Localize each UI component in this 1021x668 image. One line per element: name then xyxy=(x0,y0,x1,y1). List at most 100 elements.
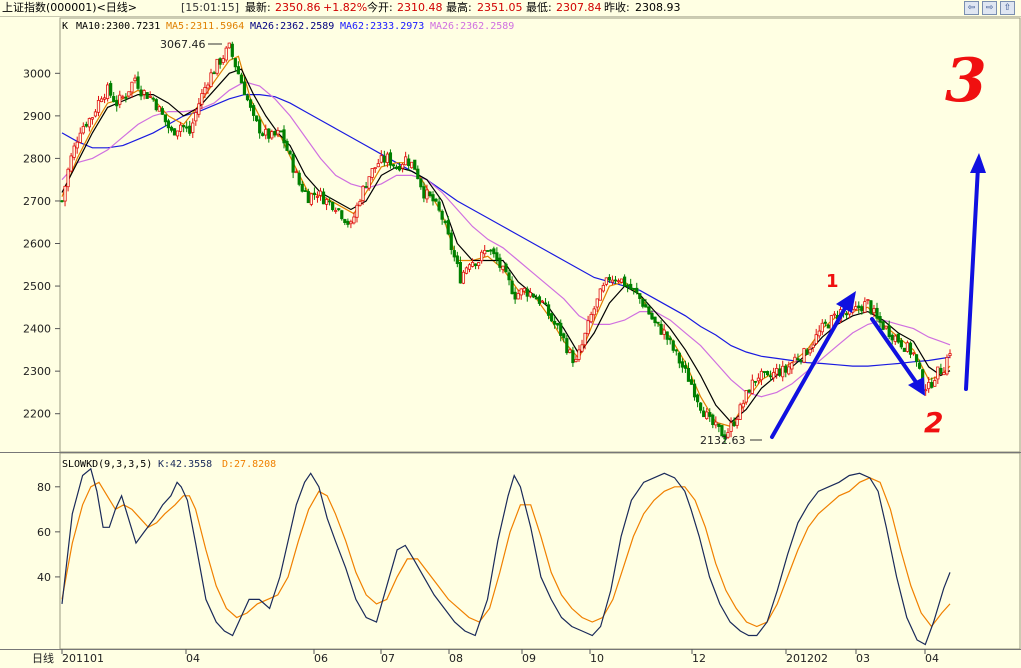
candle-body xyxy=(115,100,119,107)
candle-body xyxy=(142,90,146,95)
candle-body xyxy=(583,332,587,346)
x-tick-label: 201202 xyxy=(786,652,828,665)
candle-body xyxy=(659,323,663,335)
candle-body xyxy=(60,200,64,203)
candle-body xyxy=(349,221,353,225)
candle-body xyxy=(203,87,207,95)
candle-body xyxy=(99,98,104,103)
arrow-up-icon[interactable]: ⇧ xyxy=(1000,1,1015,15)
candle-body xyxy=(118,94,122,105)
arrow-up-3-head xyxy=(970,153,986,173)
candle-body xyxy=(665,331,669,340)
candle-body xyxy=(729,422,733,432)
candle-body xyxy=(908,342,913,355)
title-bar: 上证指数(000001)<日线> [15:01:15] 最新: 2350.86 … xyxy=(0,0,1021,17)
candle-body xyxy=(102,97,107,100)
candle-body xyxy=(857,305,861,309)
candle-body xyxy=(501,265,505,270)
ma10-line xyxy=(61,68,951,424)
legend-ma62: MA62:2333.2973 xyxy=(340,21,424,32)
handwritten-2: 2 xyxy=(924,406,943,439)
candle-body xyxy=(224,47,228,61)
candle-body xyxy=(644,304,648,308)
candle-body xyxy=(516,293,520,300)
arrow-left-icon[interactable]: ⇦ xyxy=(964,1,979,15)
candle-body xyxy=(404,156,408,166)
candle-body xyxy=(370,168,374,178)
latest-label: 最新: xyxy=(245,1,271,14)
candle-body xyxy=(531,293,535,298)
candle-body xyxy=(790,362,794,370)
candle-body xyxy=(537,296,542,304)
candle-body xyxy=(303,190,307,192)
kd-panel-frame xyxy=(59,452,1021,650)
candle-body xyxy=(446,220,450,235)
prevclose-label: 昨收: xyxy=(604,1,630,14)
legend-ma10: MA10:2300.7231 xyxy=(76,21,160,32)
candle-body xyxy=(492,248,496,255)
candle-body xyxy=(610,279,615,283)
candle-body xyxy=(470,262,475,267)
candle-body xyxy=(565,338,569,354)
candle-body xyxy=(550,313,554,322)
change-value: +1.82% xyxy=(323,1,368,14)
candle-body xyxy=(543,302,548,305)
high-value: 2351.05 xyxy=(477,1,523,14)
candle-body xyxy=(179,124,183,132)
candle-body xyxy=(616,280,621,283)
price-tick-label: 2800 xyxy=(23,152,51,165)
candle-body xyxy=(270,131,274,139)
candle-body xyxy=(96,100,101,113)
candle-body xyxy=(419,178,423,188)
candle-body xyxy=(215,58,219,74)
candle-body xyxy=(443,221,447,223)
candle-body xyxy=(440,210,444,220)
candle-body xyxy=(714,421,718,426)
candle-body xyxy=(458,262,462,284)
candle-body xyxy=(869,300,873,314)
candle-body xyxy=(896,333,900,343)
candle-body xyxy=(927,381,931,390)
candle-body xyxy=(452,250,456,258)
kd-panel-title: SLOWKD(9,3,3,5) xyxy=(62,459,152,470)
handwritten-1: 1 xyxy=(826,271,839,292)
candle-body xyxy=(601,285,605,292)
prevclose-value: 2308.93 xyxy=(635,1,681,14)
candle-body xyxy=(924,389,928,392)
candle-body xyxy=(936,366,940,380)
candle-body xyxy=(428,191,432,197)
x-tick-label: 06 xyxy=(314,652,328,665)
candle-body xyxy=(905,342,910,352)
candle-body xyxy=(811,344,815,348)
annotation-high: 3067.46 xyxy=(160,38,206,51)
candle-body xyxy=(227,42,231,49)
candle-body xyxy=(279,130,283,133)
candle-body xyxy=(619,278,624,283)
candle-body xyxy=(109,83,113,96)
legend-ma26: MA26:2362.2589 xyxy=(250,21,334,32)
candle-body xyxy=(762,371,767,373)
candle-body xyxy=(607,276,611,281)
candle-body xyxy=(151,97,155,100)
candle-body xyxy=(683,365,688,369)
candle-body xyxy=(364,186,368,188)
candle-body xyxy=(355,204,359,218)
candle-body xyxy=(744,390,748,403)
candle-body xyxy=(738,404,742,420)
arrow-right-icon[interactable]: ⇨ xyxy=(982,1,997,15)
candle-body xyxy=(480,251,484,262)
price-tick-label: 2200 xyxy=(23,408,51,421)
candle-body xyxy=(422,186,426,199)
candle-body xyxy=(328,200,332,203)
candle-body xyxy=(391,164,396,167)
candle-body xyxy=(556,323,560,326)
x-tick-label: 09 xyxy=(522,652,536,665)
candle-body xyxy=(318,190,323,196)
candle-body xyxy=(145,92,149,99)
candle-body xyxy=(157,106,161,112)
d-line xyxy=(61,477,951,628)
candle-body xyxy=(255,115,259,122)
candle-body xyxy=(361,185,365,201)
candle-body xyxy=(546,304,551,316)
ma26-line xyxy=(61,93,951,367)
